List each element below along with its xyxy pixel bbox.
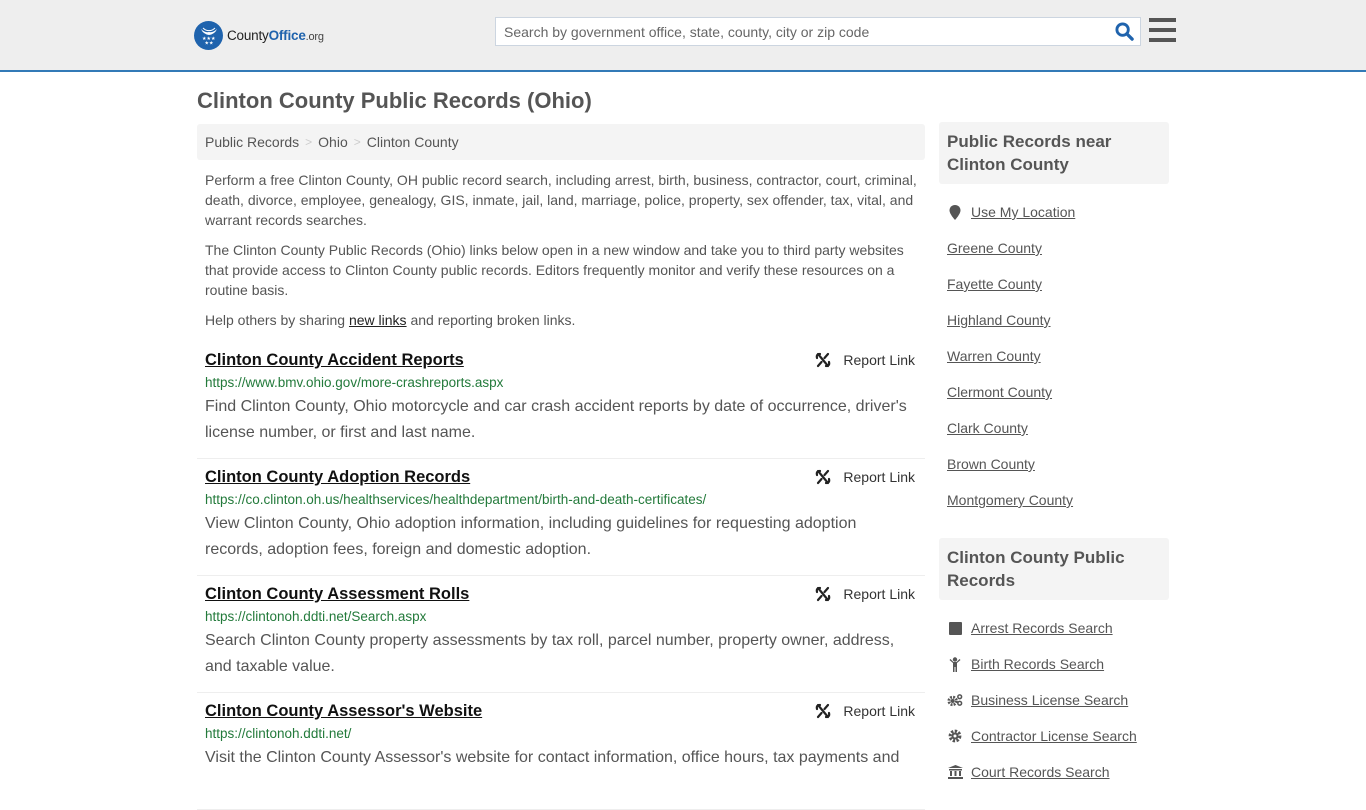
- court-records-link[interactable]: Court Records Search: [971, 764, 1110, 780]
- record-type-item: Business License Search: [947, 682, 1169, 718]
- county-records-heading: Clinton County Public Records: [939, 538, 1169, 600]
- sidebar: Public Records near Clinton County Use M…: [939, 122, 1169, 790]
- site-logo[interactable]: ★★★ ★★ CountyOffice.org: [194, 20, 324, 50]
- record-type-item: Birth Records Search: [947, 646, 1169, 682]
- gear-icon: [947, 728, 963, 744]
- gears-icon: [947, 692, 963, 708]
- site-header: ★★★ ★★ CountyOffice.org: [0, 0, 1366, 72]
- map-marker-icon: [947, 204, 963, 220]
- record-url[interactable]: https://www.bmv.ohio.gov/more-crashrepor…: [205, 375, 917, 391]
- nearby-county-link[interactable]: Clark County: [947, 420, 1028, 436]
- hamburger-menu-button[interactable]: [1149, 18, 1176, 42]
- record-item: Clinton County Adoption Records Report L…: [197, 459, 925, 576]
- search-input[interactable]: [496, 18, 1108, 45]
- nearby-county-link[interactable]: Warren County: [947, 348, 1041, 364]
- nearby-item: Greene County: [947, 230, 1169, 266]
- record-title-link[interactable]: Clinton County Accident Reports: [205, 350, 464, 370]
- breadcrumb-item-clinton-county[interactable]: Clinton County: [367, 134, 459, 150]
- record-url[interactable]: https://co.clinton.oh.us/healthservices/…: [205, 492, 917, 508]
- county-records-list: Arrest Records Search Birth Records Sear…: [939, 600, 1169, 790]
- nearby-county-link[interactable]: Greene County: [947, 240, 1042, 256]
- nearby-item: Brown County: [947, 446, 1169, 482]
- nearby-item: Clermont County: [947, 374, 1169, 410]
- record-description: Search Clinton County property assessmen…: [205, 632, 895, 675]
- arrest-records-link[interactable]: Arrest Records Search: [971, 620, 1113, 636]
- nearby-item: Warren County: [947, 338, 1169, 374]
- record-description: Visit the Clinton County Assessor's webs…: [205, 749, 900, 766]
- courthouse-icon: [947, 764, 963, 780]
- page-title: Clinton County Public Records (Ohio): [197, 88, 592, 113]
- report-link-button[interactable]: Report Link: [815, 352, 915, 368]
- report-link-button[interactable]: Report Link: [815, 703, 915, 719]
- record-item: Clinton County Assessor's Website Report…: [197, 693, 925, 810]
- nearby-county-link[interactable]: Montgomery County: [947, 492, 1073, 508]
- record-url[interactable]: https://clintonoh.ddti.net/: [205, 726, 917, 742]
- broken-link-icon: [816, 586, 831, 602]
- business-license-link[interactable]: Business License Search: [971, 692, 1128, 708]
- menu-bar: [1149, 28, 1176, 32]
- new-links-link[interactable]: new links: [349, 312, 407, 328]
- nearby-county-link[interactable]: Clermont County: [947, 384, 1052, 400]
- svg-text:★★: ★★: [204, 41, 213, 47]
- logo-text: CountyOffice.org: [227, 27, 324, 43]
- nearby-list: Use My Location Greene County Fayette Co…: [939, 184, 1169, 518]
- nearby-item: Fayette County: [947, 266, 1169, 302]
- nearby-county-link[interactable]: Fayette County: [947, 276, 1042, 292]
- menu-bar: [1149, 38, 1176, 42]
- nearby-heading: Public Records near Clinton County: [939, 122, 1169, 184]
- record-title-link[interactable]: Clinton County Assessment Rolls: [205, 584, 469, 604]
- records-list: Clinton County Accident Reports Report L…: [197, 342, 925, 810]
- intro-text: Perform a free Clinton County, OH public…: [205, 170, 921, 340]
- nearby-item: Montgomery County: [947, 482, 1169, 518]
- record-description: View Clinton County, Ohio adoption infor…: [205, 515, 857, 558]
- record-description: Find Clinton County, Ohio motorcycle and…: [205, 398, 907, 441]
- use-my-location-link[interactable]: Use My Location: [971, 204, 1075, 220]
- record-type-item: Contractor License Search: [947, 718, 1169, 754]
- breadcrumb-item-ohio[interactable]: Ohio: [318, 134, 348, 150]
- broken-link-icon: [816, 703, 831, 719]
- breadcrumb-item-public-records[interactable]: Public Records: [205, 134, 299, 150]
- nearby-item: Clark County: [947, 410, 1169, 446]
- intro-paragraph-1: Perform a free Clinton County, OH public…: [205, 172, 917, 228]
- nearby-county-link[interactable]: Brown County: [947, 456, 1035, 472]
- search-bar: [495, 17, 1141, 46]
- report-link-button[interactable]: Report Link: [815, 586, 915, 602]
- nearby-county-link[interactable]: Highland County: [947, 312, 1051, 328]
- nearby-item: Highland County: [947, 302, 1169, 338]
- intro-paragraph-2: The Clinton County Public Records (Ohio)…: [205, 242, 904, 298]
- intro-paragraph-3: Help others by sharing new links and rep…: [205, 312, 576, 328]
- record-title-link[interactable]: Clinton County Adoption Records: [205, 467, 470, 487]
- broken-link-icon: [816, 469, 831, 485]
- record-item: Clinton County Assessment Rolls Report L…: [197, 576, 925, 693]
- record-type-item: Arrest Records Search: [947, 610, 1169, 646]
- search-icon: [1114, 22, 1134, 41]
- record-url[interactable]: https://clintonoh.ddti.net/Search.aspx: [205, 609, 917, 625]
- menu-bar: [1149, 18, 1176, 22]
- breadcrumb: Public Records > Ohio > Clinton County: [197, 124, 925, 160]
- record-title-link[interactable]: Clinton County Assessor's Website: [205, 701, 482, 721]
- search-button[interactable]: [1108, 18, 1140, 45]
- birth-records-link[interactable]: Birth Records Search: [971, 656, 1104, 672]
- report-link-button[interactable]: Report Link: [815, 469, 915, 485]
- breadcrumb-separator: >: [305, 135, 313, 149]
- arrest-icon: [947, 620, 963, 636]
- logo-eagle-icon: ★★★ ★★: [194, 20, 223, 50]
- record-type-item: Court Records Search: [947, 754, 1169, 790]
- breadcrumb-separator: >: [353, 135, 361, 149]
- use-location-item: Use My Location: [947, 194, 1169, 230]
- broken-link-icon: [816, 352, 831, 368]
- record-item: Clinton County Accident Reports Report L…: [197, 342, 925, 459]
- contractor-license-link[interactable]: Contractor License Search: [971, 728, 1137, 744]
- child-icon: [947, 656, 963, 672]
